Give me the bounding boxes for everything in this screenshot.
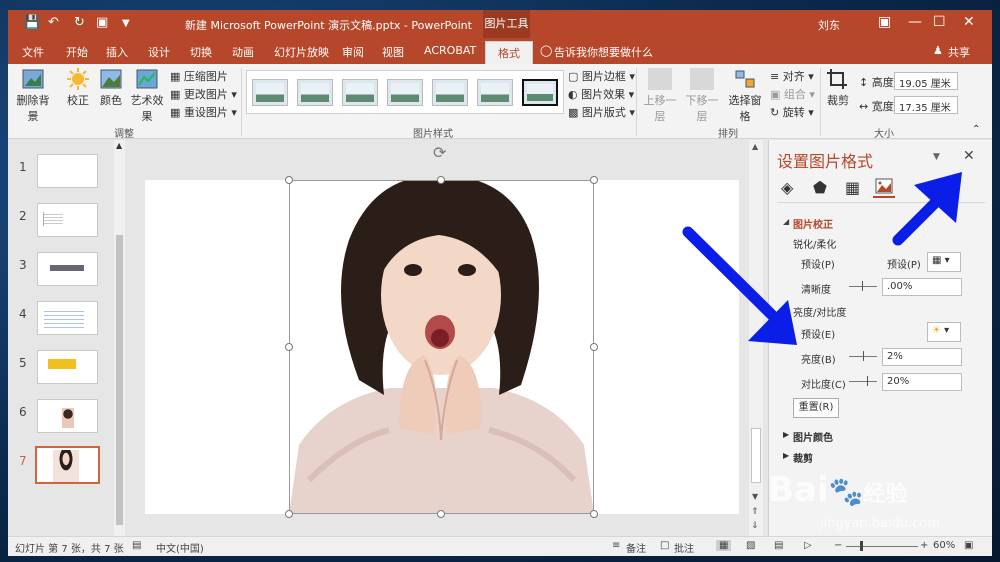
arrow-to-brightness	[682, 226, 781, 324]
watermark-brand: Bai🐾经验	[768, 470, 908, 510]
paw-icon: 🐾	[828, 475, 864, 508]
arrow-to-close	[892, 192, 946, 246]
arrow-to-brightness-head	[748, 300, 797, 345]
watermark-url: jingyan.baidu.com	[820, 516, 940, 531]
